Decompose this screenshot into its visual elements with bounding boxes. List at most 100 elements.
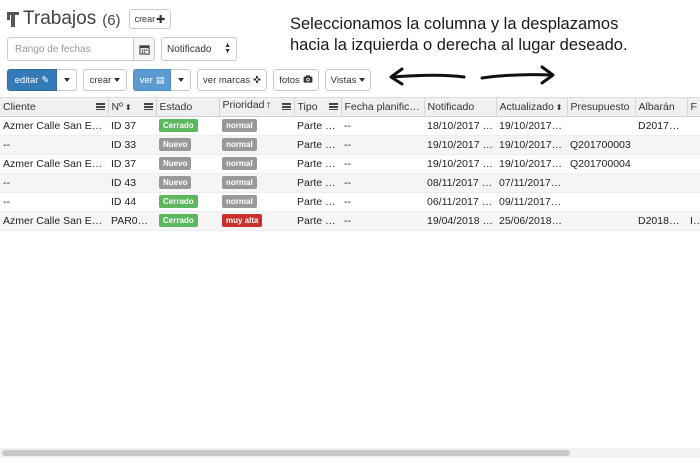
cell-albaran	[635, 173, 687, 193]
table-row[interactable]: -- ID 44 Cerrado normal Parte … -- 06/11/2017 …	[0, 192, 700, 212]
crosshair-icon: ✜	[253, 74, 261, 86]
cell-prioridad: normal	[219, 135, 294, 155]
table-row[interactable]: Azmer Calle San E… ID 37 Cerrado normal Part…	[0, 116, 700, 136]
table-row[interactable]: -- ID 33 Nuevo normal Parte … -- 19/10/2017 … 1…	[0, 135, 700, 155]
cell-num: ID 44	[108, 192, 156, 212]
horizontal-scrollbar[interactable]	[0, 448, 700, 458]
cell-prioridad: muy alta	[219, 211, 294, 231]
jobs-table: Cliente Nº ⬍ Estado Prioridad 🡑 Tipo Fecha…	[0, 98, 700, 231]
estado-badge: Nuevo	[159, 176, 192, 189]
estado-badge: Nuevo	[159, 138, 192, 151]
column-header-tipo[interactable]: Tipo	[294, 98, 342, 117]
cell-presupuesto: Q201700004	[567, 154, 635, 174]
column-header-estado[interactable]: Estado	[156, 98, 220, 117]
cell-cliente: --	[0, 173, 108, 193]
view-button[interactable]: ver ▤	[133, 69, 171, 91]
cell-notificado: 19/10/2017 …	[424, 135, 496, 155]
view-marks-button[interactable]: ver marcas ✜	[197, 69, 267, 91]
instruction-annotation: Seleccionamos la columna y la desplazamo…	[290, 14, 690, 56]
plus-icon: ✚	[156, 13, 166, 26]
cell-cliente: --	[0, 135, 108, 155]
photos-button[interactable]: fotos	[273, 69, 319, 91]
column-header-presupuesto[interactable]: Presupuesto	[567, 98, 636, 117]
column-menu-icon[interactable]	[328, 103, 338, 111]
column-label: F	[690, 100, 697, 113]
column-label: Fecha planific…	[344, 100, 420, 113]
table-row[interactable]: Azmer Calle San E… ID 37 Nuevo normal Parte …	[0, 154, 700, 174]
column-label: Presupuesto	[570, 100, 630, 113]
edit-label: editar	[14, 74, 39, 86]
views-dropdown-button[interactable]: Vistas	[325, 69, 371, 91]
cell-presupuesto: Q201700003	[567, 135, 635, 155]
column-header-prioridad[interactable]: Prioridad 🡑	[219, 98, 295, 117]
view-dropdown-button[interactable]	[171, 69, 191, 91]
prioridad-badge: normal	[222, 119, 257, 132]
create-job-button[interactable]: crear ✚	[128, 9, 172, 29]
caret-down-icon	[177, 78, 184, 82]
cell-f	[687, 154, 700, 174]
jobs-table-container: Cliente Nº ⬍ Estado Prioridad 🡑 Tipo Fecha…	[0, 97, 700, 463]
calendar-button[interactable]	[133, 37, 155, 61]
column-header-actualizado[interactable]: Actualizado ⬍	[496, 98, 568, 117]
create-dropdown-button[interactable]: crear	[83, 69, 127, 91]
date-range-input[interactable]: Rango de fechas	[7, 37, 134, 61]
column-label: Notificado	[427, 100, 475, 113]
cell-fecha: --	[341, 116, 424, 136]
column-header-albaran[interactable]: Albarán	[635, 98, 688, 117]
column-header-cliente[interactable]: Cliente	[0, 98, 109, 117]
cell-tipo: Parte …	[294, 211, 341, 231]
camera-icon	[303, 74, 313, 86]
column-menu-icon[interactable]	[143, 103, 153, 111]
column-label: Estado	[159, 100, 193, 113]
cell-f	[687, 173, 700, 193]
hammer-icon	[7, 10, 19, 28]
prioridad-badge: normal	[222, 176, 257, 189]
cell-notificado: 06/11/2017 …	[424, 192, 496, 212]
column-header-fecha-planificada[interactable]: Fecha planific…	[341, 98, 425, 117]
column-header-f[interactable]: F	[687, 98, 700, 117]
cell-estado: Cerrado	[156, 192, 219, 212]
column-header-numero[interactable]: Nº ⬍	[108, 98, 157, 117]
edit-button[interactable]: editar ✎	[7, 69, 57, 91]
prioridad-badge: normal	[222, 157, 257, 170]
photos-label: fotos	[279, 74, 300, 86]
cell-tipo: Parte …	[294, 173, 341, 193]
status-select[interactable]: Notificado ▲ ▼	[161, 37, 237, 61]
cell-actualizado: 09/11/2017…	[496, 192, 567, 212]
table-header-row: Cliente Nº ⬍ Estado Prioridad 🡑 Tipo Fecha…	[0, 98, 700, 117]
status-select-value: Notificado	[167, 43, 212, 55]
caret-down-icon	[114, 78, 121, 82]
create-label: crear	[134, 14, 156, 24]
annotation-line-2: hacia la izquierda o derecha al lugar de…	[290, 36, 628, 54]
column-label: Albarán	[638, 100, 675, 113]
table-row[interactable]: Azmer Calle San E… PAR00… Cerrado muy alta P…	[0, 211, 700, 231]
cell-tipo: Parte …	[294, 154, 341, 174]
scrollbar-thumb[interactable]	[2, 450, 570, 456]
edit-dropdown-button[interactable]	[57, 69, 77, 91]
cell-actualizado: 07/11/2017…	[496, 173, 567, 193]
column-label: Nº	[111, 100, 123, 113]
column-menu-icon[interactable]	[95, 103, 105, 111]
cell-cliente: --	[0, 192, 108, 212]
table-row[interactable]: -- ID 43 Nuevo normal Parte … -- 08/11/2017 … 0…	[0, 173, 700, 193]
sort-icon[interactable]: ⬍	[556, 103, 563, 112]
cell-estado: Nuevo	[156, 135, 219, 155]
sort-up-arrow-icon[interactable]: 🡑	[267, 101, 271, 110]
column-menu-icon[interactable]	[281, 103, 291, 111]
cell-f	[687, 116, 700, 136]
cell-fecha: --	[341, 211, 424, 231]
column-label: Tipo	[297, 100, 318, 113]
cell-presupuesto	[567, 192, 635, 212]
cell-tipo: Parte …	[294, 116, 341, 136]
cell-prioridad: normal	[219, 154, 294, 174]
cell-prioridad: normal	[219, 192, 294, 212]
column-header-notificado[interactable]: Notificado	[424, 98, 497, 117]
cell-albaran	[635, 154, 687, 174]
cell-actualizado: 19/10/2017…	[496, 154, 567, 174]
cell-estado: Nuevo	[156, 173, 219, 193]
cell-albaran: D20180…	[635, 211, 687, 231]
views-label: Vistas	[330, 74, 357, 86]
estado-badge: Cerrado	[159, 119, 198, 132]
prioridad-badge: normal	[222, 195, 257, 208]
sort-icon[interactable]: ⬍	[125, 103, 132, 112]
